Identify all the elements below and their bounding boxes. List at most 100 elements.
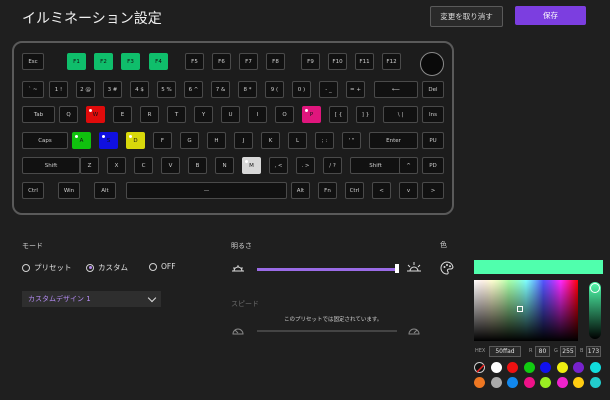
- color-value-slider[interactable]: [589, 282, 601, 339]
- key-1-5[interactable]: 5 %: [157, 81, 176, 98]
- color-swatch[interactable]: [507, 362, 518, 373]
- hex-input[interactable]: 50ffad: [489, 346, 521, 357]
- key-1-0[interactable]: ` ~: [22, 81, 44, 98]
- key-0-4[interactable]: F4: [149, 53, 168, 70]
- key-4-6[interactable]: N: [215, 157, 234, 174]
- key-1-1[interactable]: 1 !: [49, 81, 68, 98]
- color-swatch[interactable]: [556, 362, 568, 373]
- color-swatch[interactable]: [490, 377, 502, 388]
- key-2-8[interactable]: I: [248, 106, 267, 123]
- key-4-12[interactable]: ^: [399, 157, 418, 174]
- key-0-7[interactable]: F7: [239, 53, 258, 70]
- key-2-11[interactable]: [ {: [329, 106, 348, 123]
- brightness-slider-thumb[interactable]: [395, 264, 399, 273]
- mode-option-custom[interactable]: カスタム: [86, 262, 128, 273]
- key-0-5[interactable]: F5: [185, 53, 204, 70]
- color-swatch[interactable]: [556, 377, 568, 388]
- key-1-7[interactable]: 7 &: [211, 81, 230, 98]
- color-swatch[interactable]: [507, 377, 518, 388]
- key-1-2[interactable]: 2 @: [76, 81, 95, 98]
- key-1-11[interactable]: - _: [319, 81, 338, 98]
- volume-knob[interactable]: [420, 52, 444, 76]
- key-1-4[interactable]: 4 $: [130, 81, 149, 98]
- key-4-1[interactable]: Z: [80, 157, 99, 174]
- color-swatch[interactable]: [490, 362, 502, 373]
- key-5-0[interactable]: Ctrl: [22, 182, 44, 199]
- key-3-9[interactable]: L: [288, 132, 307, 149]
- key-0-12[interactable]: F12: [382, 53, 401, 70]
- key-5-8[interactable]: v: [399, 182, 418, 199]
- key-5-1[interactable]: Win: [58, 182, 80, 199]
- key-4-13[interactable]: PD: [422, 157, 444, 174]
- key-2-1[interactable]: Q: [59, 106, 78, 123]
- key-5-3[interactable]: —: [126, 182, 287, 199]
- key-1-9[interactable]: 9 (: [265, 81, 284, 98]
- color-picker-cursor[interactable]: [517, 306, 523, 312]
- key-4-3[interactable]: C: [134, 157, 153, 174]
- key-4-5[interactable]: B: [188, 157, 207, 174]
- key-4-0[interactable]: Shift: [22, 157, 80, 174]
- mode-option-off[interactable]: OFF: [149, 262, 176, 271]
- custom-design-dropdown[interactable]: カスタムデザイン 1: [22, 291, 161, 307]
- key-2-3[interactable]: E: [113, 106, 132, 123]
- key-3-5[interactable]: G: [180, 132, 199, 149]
- key-3-12[interactable]: Enter: [369, 132, 418, 149]
- color-swatch[interactable]: [573, 377, 584, 388]
- key-2-12[interactable]: ] }: [356, 106, 375, 123]
- key-0-1[interactable]: F1: [67, 53, 86, 70]
- color-swatch[interactable]: [540, 362, 551, 373]
- key-0-9[interactable]: F9: [301, 53, 320, 70]
- key-0-11[interactable]: F11: [355, 53, 374, 70]
- key-4-7[interactable]: M: [242, 157, 261, 174]
- key-0-10[interactable]: F10: [328, 53, 347, 70]
- key-4-10[interactable]: / ?: [323, 157, 342, 174]
- key-0-3[interactable]: F3: [121, 53, 140, 70]
- key-3-7[interactable]: J: [234, 132, 253, 149]
- key-3-1[interactable]: A: [72, 132, 91, 149]
- key-2-7[interactable]: U: [221, 106, 240, 123]
- color-swatch[interactable]: [589, 362, 601, 373]
- key-4-8[interactable]: , <: [269, 157, 288, 174]
- color-swatch[interactable]: [540, 377, 551, 388]
- key-3-13[interactable]: PU: [422, 132, 444, 149]
- key-2-4[interactable]: R: [140, 106, 159, 123]
- color-spectrum-picker[interactable]: [474, 280, 578, 341]
- key-2-6[interactable]: Y: [194, 106, 213, 123]
- color-value-slider-thumb[interactable]: [590, 283, 600, 293]
- key-1-6[interactable]: 6 ^: [184, 81, 203, 98]
- color-swatch[interactable]: [573, 362, 584, 373]
- key-2-14[interactable]: Ins: [422, 106, 444, 123]
- swatch-none[interactable]: [474, 362, 485, 373]
- key-2-5[interactable]: T: [167, 106, 186, 123]
- key-4-9[interactable]: . >: [296, 157, 315, 174]
- key-5-4[interactable]: Alt: [291, 182, 310, 199]
- g-input[interactable]: 255: [560, 346, 576, 357]
- key-1-10[interactable]: 0 ): [292, 81, 311, 98]
- color-swatch[interactable]: [523, 362, 535, 373]
- key-4-2[interactable]: X: [107, 157, 126, 174]
- key-0-0[interactable]: Esc: [22, 53, 44, 70]
- color-swatch[interactable]: [523, 377, 535, 388]
- key-2-13[interactable]: \ |: [383, 106, 418, 123]
- key-2-0[interactable]: Tab: [22, 106, 55, 123]
- revert-changes-button[interactable]: 変更を取り消す: [430, 6, 503, 27]
- key-3-4[interactable]: F: [153, 132, 172, 149]
- color-swatch[interactable]: [474, 377, 485, 388]
- key-0-2[interactable]: F2: [94, 53, 113, 70]
- color-swatch[interactable]: [589, 377, 601, 388]
- key-1-14[interactable]: Del: [422, 81, 444, 98]
- key-1-12[interactable]: = +: [346, 81, 365, 98]
- key-3-6[interactable]: H: [207, 132, 226, 149]
- key-2-9[interactable]: O: [275, 106, 294, 123]
- key-3-3[interactable]: D: [126, 132, 145, 149]
- key-3-11[interactable]: ' ": [342, 132, 361, 149]
- key-2-2[interactable]: W: [86, 106, 105, 123]
- key-1-13[interactable]: ⟵: [374, 81, 418, 98]
- key-5-5[interactable]: Fn: [318, 182, 337, 199]
- key-5-6[interactable]: Ctrl: [345, 182, 364, 199]
- key-3-2[interactable]: S: [99, 132, 118, 149]
- save-button[interactable]: 保存: [515, 6, 586, 25]
- key-5-9[interactable]: >: [422, 182, 444, 199]
- key-2-10[interactable]: P: [302, 106, 321, 123]
- key-3-0[interactable]: Caps: [22, 132, 68, 149]
